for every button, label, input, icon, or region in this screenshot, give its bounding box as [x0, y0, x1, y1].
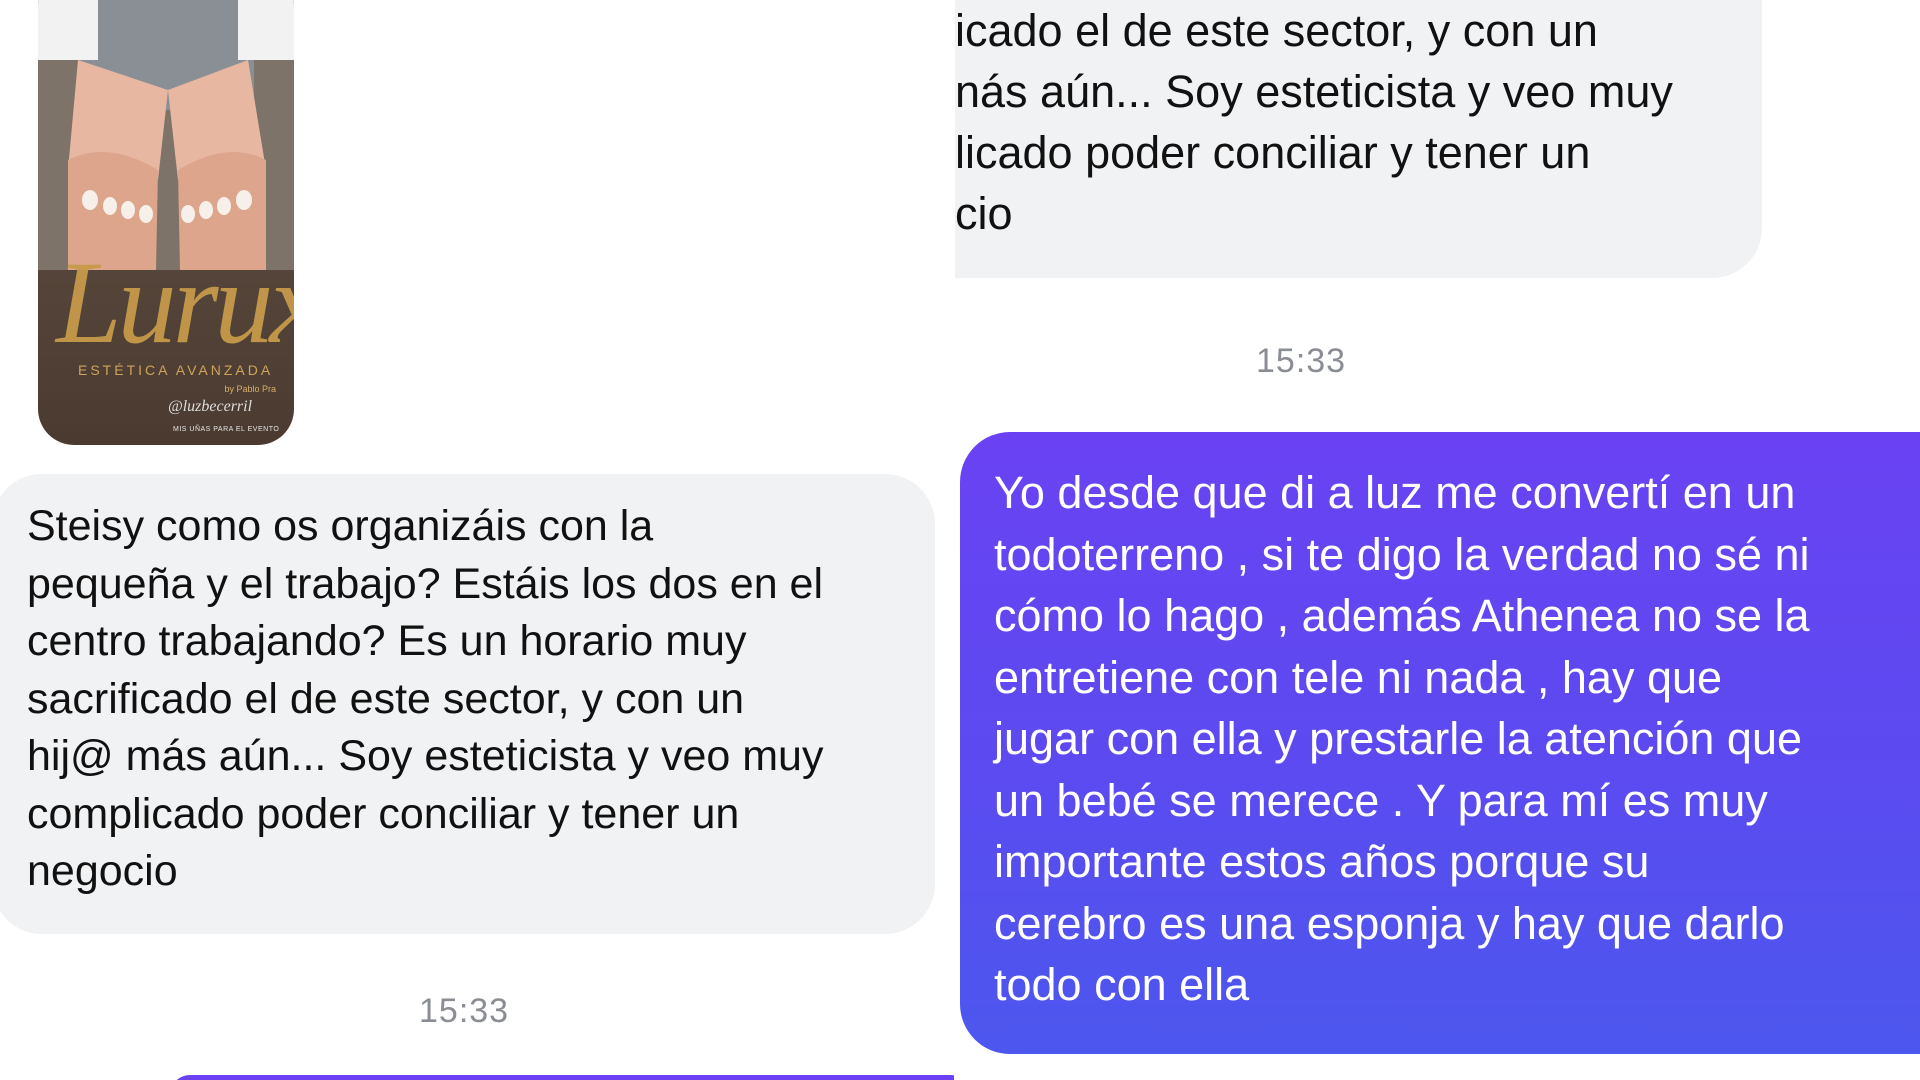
outgoing-message-text: Yo desde que di a luz me convertí en un …: [994, 467, 1810, 1010]
chat-panel-right: icado el de este sector, y con un nás aú…: [955, 0, 1920, 1080]
message-timestamp: 15:33: [1256, 342, 1347, 380]
story-handle: @luzbecerril: [168, 398, 253, 415]
brand-logo: Lurux: [56, 237, 294, 368]
brand-tagline: ESTÉTICA AVANZADA: [78, 362, 274, 378]
outgoing-message-bubble[interactable]: Yo desde que di a luz me convertí en un …: [960, 432, 1920, 1054]
incoming-message-text-cropped: icado el de este sector, y con un nás aú…: [955, 5, 1673, 239]
next-message-bubble-edge: [170, 1075, 955, 1080]
hands-and-feet-photo: [38, 0, 294, 270]
incoming-message-text: Steisy como os organizáis con la pequeña…: [27, 502, 824, 895]
chat-panel-left: Lurux ESTÉTICA AVANZADA by Pablo Pra @lu…: [0, 0, 955, 1080]
incoming-message-bubble-cropped[interactable]: icado el de este sector, y con un nás aú…: [955, 0, 1762, 278]
message-timestamp: 15:33: [419, 992, 510, 1030]
story-caption: MIS UÑAS PARA EL EVENTO: [173, 426, 280, 433]
brand-byline: by Pablo Pra: [224, 384, 276, 394]
incoming-message-bubble[interactable]: Steisy como os organizáis con la pequeña…: [0, 474, 935, 934]
story-reply-image[interactable]: Lurux ESTÉTICA AVANZADA by Pablo Pra @lu…: [38, 0, 294, 445]
